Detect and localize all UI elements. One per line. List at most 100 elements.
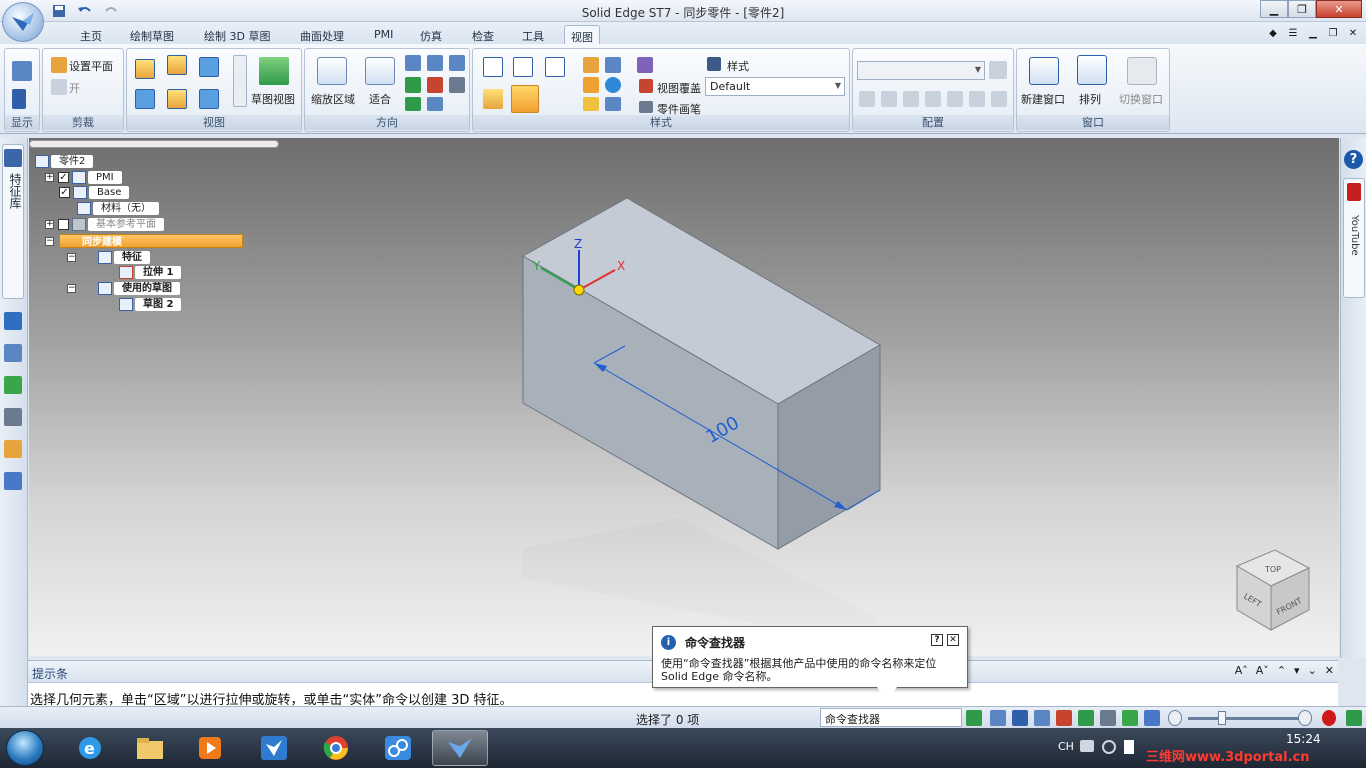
config-select[interactable]: ▼ <box>857 61 985 80</box>
zoom-in-icon[interactable] <box>1298 710 1312 726</box>
style-background-icon[interactable] <box>583 77 599 93</box>
style-select[interactable]: Default ▼ <box>705 77 845 96</box>
help-menu-icon[interactable]: ☰ <box>1286 26 1300 40</box>
record-icon[interactable] <box>1322 710 1336 726</box>
styles-button[interactable]: 样式 <box>727 58 749 74</box>
clock[interactable]: 15:24 <box>1286 732 1321 746</box>
zoom-area-button[interactable]: 缩放区域 <box>311 91 355 107</box>
wireframe-icon[interactable] <box>483 57 503 77</box>
style-shadow-icon[interactable] <box>583 97 599 111</box>
tab-view[interactable]: 视图 <box>564 25 600 44</box>
fit-button[interactable]: 适合 <box>369 91 391 107</box>
taskbar-chrome-icon[interactable] <box>308 730 364 766</box>
switch-window-button[interactable]: 切换窗口 <box>1119 91 1163 107</box>
rotate-status-icon[interactable] <box>1078 710 1094 726</box>
command-finder-input[interactable]: 命令查找器 <box>820 708 962 727</box>
view-bottom-icon[interactable] <box>167 89 187 109</box>
upload-icon[interactable] <box>1346 710 1362 726</box>
help-tray-icon[interactable] <box>1102 740 1116 754</box>
config-icon-3[interactable] <box>903 91 919 107</box>
tab-inspect[interactable]: 检查 <box>466 25 500 44</box>
help-icon[interactable]: ? <box>1344 150 1363 169</box>
view-overlay-button[interactable]: 视图覆盖 <box>657 80 701 96</box>
config-icon-2[interactable] <box>881 91 897 107</box>
view-cube[interactable]: TOP LEFT FRONT <box>1235 549 1311 631</box>
tab-home[interactable]: 主页 <box>74 25 108 44</box>
view-front-icon[interactable] <box>135 59 155 79</box>
zoom-out-icon[interactable] <box>1168 710 1182 726</box>
pin-icon[interactable]: ▾ <box>1294 664 1300 677</box>
taskbar-ie-icon[interactable]: e <box>62 730 118 766</box>
views-status-icon[interactable] <box>1144 710 1160 726</box>
refresh-icon[interactable] <box>966 710 982 726</box>
view-back-icon[interactable] <box>199 89 219 109</box>
tooltip-close-button[interactable]: ✕ <box>947 634 959 646</box>
tab-sketch[interactable]: 绘制草图 <box>124 25 180 44</box>
spin-icon[interactable] <box>405 77 421 93</box>
zoom-slider[interactable] <box>1188 717 1300 720</box>
config-icon-7[interactable] <box>991 91 1007 107</box>
view-left-icon[interactable] <box>135 89 155 109</box>
config-icon-5[interactable] <box>947 91 963 107</box>
pan-icon[interactable] <box>427 55 443 71</box>
feature-library-tab[interactable]: 特征库 <box>2 144 24 299</box>
ribbon-close-icon[interactable]: ✕ <box>1346 26 1360 40</box>
keyboard-icon[interactable] <box>1080 740 1094 752</box>
dock-icon[interactable]: ⌄ <box>1308 664 1317 677</box>
start-button[interactable] <box>6 730 44 766</box>
taskbar-solidedge-icon[interactable] <box>246 730 302 766</box>
save-view-icon[interactable] <box>427 97 443 111</box>
flag-icon[interactable] <box>1124 740 1134 754</box>
variable-icon[interactable] <box>4 472 22 490</box>
style-grid-icon[interactable] <box>637 57 653 73</box>
config-icon-6[interactable] <box>969 91 985 107</box>
tab-simulation[interactable]: 仿真 <box>414 25 448 44</box>
set-plane-button[interactable]: 设置平面 <box>69 58 113 74</box>
zoom-status-icon[interactable] <box>1012 710 1028 726</box>
config-icon-4[interactable] <box>925 91 941 107</box>
minimize-button[interactable]: ▁ <box>1260 0 1288 18</box>
graphics-window[interactable]: 零件2 + ✓ PMI ✓ Base 材料（无） + 基本参考平面 − 同步建模… <box>29 138 1339 656</box>
tab-pmi[interactable]: PMI <box>368 25 399 44</box>
tab-3d-sketch[interactable]: 绘制 3D 草图 <box>198 25 276 44</box>
rotate-icon[interactable] <box>427 77 443 93</box>
named-view-icon[interactable] <box>405 97 421 111</box>
zoom-slider-thumb[interactable] <box>1218 711 1226 725</box>
zoom-area-status-icon[interactable] <box>990 710 1006 726</box>
reuse-icon[interactable] <box>4 408 22 426</box>
style-render-icon[interactable] <box>583 57 599 73</box>
taskbar-explorer-icon[interactable] <box>122 730 178 766</box>
prompt-close-icon[interactable]: ✕ <box>1325 664 1334 677</box>
close-button[interactable]: ✕ <box>1316 0 1362 18</box>
sketch-view-button[interactable]: 草图视图 <box>251 91 295 107</box>
style-reflect-icon[interactable] <box>605 97 621 111</box>
shaded-edges-icon[interactable] <box>511 85 539 113</box>
library-icon[interactable] <box>4 440 22 458</box>
tab-tools[interactable]: 工具 <box>516 25 550 44</box>
language-indicator[interactable]: CH <box>1058 740 1074 753</box>
display-icon[interactable] <box>12 61 32 81</box>
fit-status-icon[interactable] <box>1034 710 1050 726</box>
look-at-icon[interactable] <box>449 77 465 93</box>
new-window-button[interactable]: 新建窗口 <box>1021 91 1065 107</box>
taskbar-cloud-icon[interactable] <box>370 730 426 766</box>
style-globe-icon[interactable] <box>605 77 621 93</box>
pan-status-icon[interactable] <box>1056 710 1072 726</box>
application-button[interactable] <box>2 2 44 42</box>
clip-on-button[interactable]: 开 <box>69 80 80 96</box>
hidden-edges-icon[interactable] <box>545 57 565 77</box>
layers-icon[interactable] <box>4 312 22 330</box>
shaded-icon[interactable] <box>483 89 503 109</box>
zoom-icon[interactable] <box>405 55 421 71</box>
view-top-icon[interactable] <box>167 55 187 75</box>
options-icon[interactable]: ◆ <box>1266 26 1280 40</box>
config-icon-1[interactable] <box>859 91 875 107</box>
tab-surfacing[interactable]: 曲面处理 <box>294 25 350 44</box>
visible-edges-icon[interactable] <box>513 57 533 77</box>
spin-status-icon[interactable] <box>1100 710 1116 726</box>
config-save-icon[interactable] <box>989 61 1007 79</box>
family-icon[interactable] <box>4 376 22 394</box>
tooltip-help-button[interactable]: ? <box>931 634 943 646</box>
style-lighting-icon[interactable] <box>605 57 621 73</box>
arrange-button[interactable]: 排列 <box>1079 91 1101 107</box>
